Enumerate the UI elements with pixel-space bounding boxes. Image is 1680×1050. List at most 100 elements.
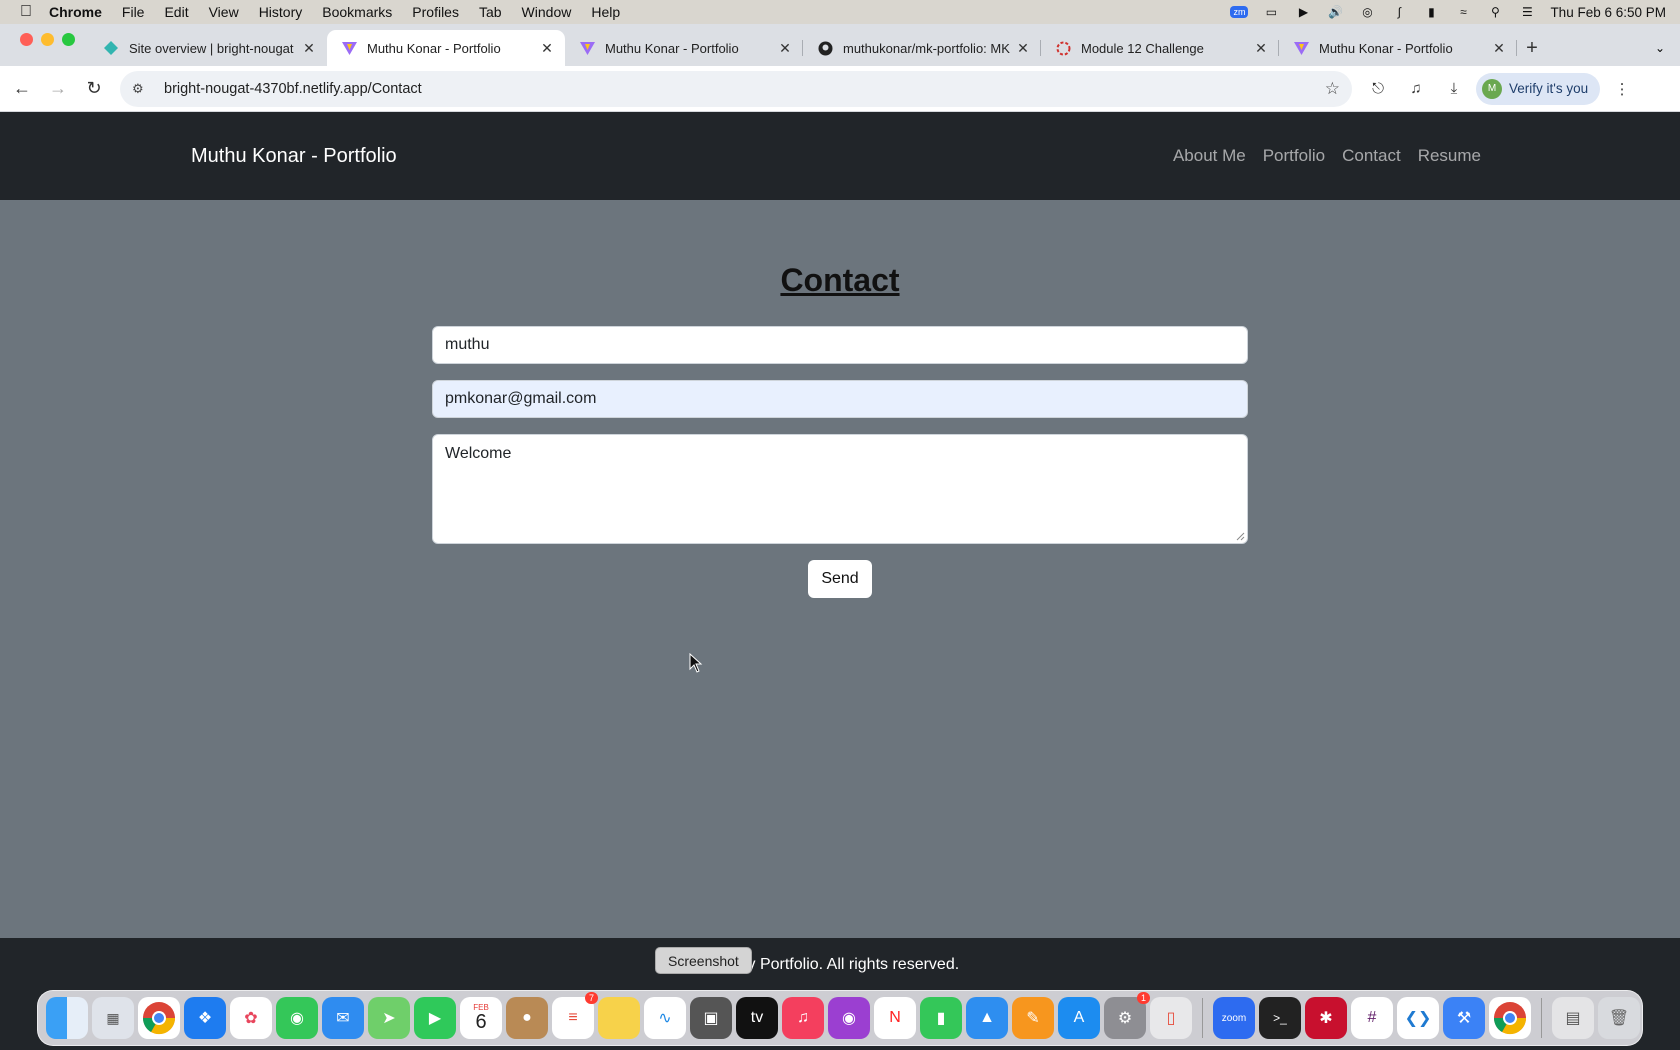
messages-icon[interactable]: ◉ xyxy=(276,997,318,1039)
battery-icon[interactable]: ▮ xyxy=(1422,5,1440,19)
finder-icon[interactable] xyxy=(46,997,88,1039)
chrome-icon[interactable] xyxy=(138,997,180,1039)
menu-view[interactable]: View xyxy=(199,4,249,20)
launchpad-icon[interactable]: ▦ xyxy=(92,997,134,1039)
message-textarea[interactable]: Welcome xyxy=(432,434,1248,544)
acrobat-icon[interactable]: ✱ xyxy=(1305,997,1347,1039)
send-button[interactable]: Send xyxy=(808,560,872,598)
mail-icon[interactable]: ✉ xyxy=(322,997,364,1039)
music-icon[interactable]: ♫ xyxy=(782,997,824,1039)
menu-clock[interactable]: Thu Feb 6 6:50 PM xyxy=(1550,5,1666,20)
email-field[interactable]: pmkonar@gmail.com xyxy=(432,380,1248,418)
tab-close-icon[interactable]: ✕ xyxy=(301,40,317,57)
xcode-icon[interactable]: ⚒ xyxy=(1443,997,1485,1039)
tab-close-icon[interactable]: ✕ xyxy=(777,40,793,57)
zoom-status-icon[interactable]: zm xyxy=(1230,5,1249,19)
control-center-icon[interactable]: ☰ xyxy=(1518,5,1536,19)
tab-search-chevron-icon[interactable]: ⌄ xyxy=(1640,30,1680,66)
tab-close-icon[interactable]: ✕ xyxy=(1253,40,1269,57)
chrome-profile-icon[interactable] xyxy=(1489,997,1531,1039)
forward-arrow-icon[interactable]: → xyxy=(40,71,76,107)
site-info-icon[interactable]: ⚙ xyxy=(132,81,154,97)
menu-window[interactable]: Window xyxy=(512,4,582,20)
screenshot-icon[interactable]: ▣ xyxy=(690,997,732,1039)
calendar-icon[interactable]: FEB 6 xyxy=(460,997,502,1039)
browser-menu-icon[interactable]: ⋮ xyxy=(1606,73,1638,105)
browser-tab-active[interactable]: Muthu Konar - Portfolio ✕ xyxy=(327,30,565,66)
spotlight-search-icon[interactable]: ⚲ xyxy=(1486,5,1504,19)
menu-chrome[interactable]: Chrome xyxy=(39,4,112,20)
menu-tab[interactable]: Tab xyxy=(469,4,512,20)
browser-tab[interactable]: Muthu Konar - Portfolio ✕ xyxy=(565,30,803,66)
minimize-window-button[interactable] xyxy=(41,32,54,46)
keynote-icon[interactable]: ▲ xyxy=(966,997,1008,1039)
contacts-icon[interactable]: ● xyxy=(506,997,548,1039)
browser-toolbar: ← → ↻ ⚙ bright-nougat-4370bf.netlify.app… xyxy=(0,66,1680,112)
footer-copyright: 5 My Portfolio. All rights reserved. xyxy=(720,956,960,973)
tab-close-icon[interactable]: ✕ xyxy=(539,40,555,57)
airdrop-icon[interactable]: ◎ xyxy=(1358,5,1376,19)
app-store-icon[interactable]: A xyxy=(1058,997,1100,1039)
browser-tab[interactable]: Module 12 Challenge ✕ xyxy=(1041,30,1279,66)
nav-link-resume[interactable]: Resume xyxy=(1418,146,1481,166)
zoom-app-icon[interactable]: zoom xyxy=(1213,997,1255,1039)
name-field[interactable]: muthu xyxy=(432,326,1248,364)
tab-close-icon[interactable]: ✕ xyxy=(1491,40,1507,57)
media-control-icon[interactable]: ♫ xyxy=(1400,73,1432,105)
pages-icon[interactable]: ✎ xyxy=(1012,997,1054,1039)
menu-history[interactable]: History xyxy=(249,4,313,20)
screen-mirroring-icon[interactable]: ▭ xyxy=(1262,5,1280,19)
numbers-icon[interactable]: ▮ xyxy=(920,997,962,1039)
safari-icon[interactable]: ❖ xyxy=(184,997,226,1039)
extensions-icon[interactable]: ⎋ xyxy=(1362,73,1394,105)
zoom-window-button[interactable] xyxy=(62,32,75,46)
browser-tab[interactable]: muthukonar/mk-portfolio: MK ✕ xyxy=(803,30,1041,66)
downloads-stack-icon[interactable]: ▤ xyxy=(1552,997,1594,1039)
notes-icon[interactable] xyxy=(598,997,640,1039)
tab-close-icon[interactable]: ✕ xyxy=(1015,40,1031,57)
address-bar[interactable]: ⚙ bright-nougat-4370bf.netlify.app/Conta… xyxy=(120,70,1352,107)
menu-edit[interactable]: Edit xyxy=(154,4,198,20)
back-arrow-icon[interactable]: ← xyxy=(4,71,40,107)
close-window-button[interactable] xyxy=(20,32,33,46)
iphone-mirroring-icon[interactable]: ▯ xyxy=(1150,997,1192,1039)
address-url[interactable]: bright-nougat-4370bf.netlify.app/Contact xyxy=(164,81,1325,97)
nav-link-portfolio[interactable]: Portfolio xyxy=(1263,146,1325,166)
menu-help[interactable]: Help xyxy=(581,4,630,20)
name-value: muthu xyxy=(445,336,490,353)
browser-tab[interactable]: Muthu Konar - Portfolio ✕ xyxy=(1279,30,1517,66)
menu-file[interactable]: File xyxy=(112,4,155,20)
resize-handle-icon[interactable] xyxy=(1236,532,1245,541)
terminal-icon[interactable]: >_ xyxy=(1259,997,1301,1039)
reminders-icon[interactable]: ≡ 7 xyxy=(552,992,598,1039)
nav-link-about[interactable]: About Me xyxy=(1173,146,1246,166)
play-icon[interactable]: ▶ xyxy=(1294,5,1312,19)
trash-icon[interactable]: 🗑 xyxy=(1598,997,1640,1039)
browser-tab[interactable]: Site overview | bright-nougat ✕ xyxy=(89,30,327,66)
photos-icon[interactable]: ✿ xyxy=(230,997,272,1039)
site-nav-links: About Me Portfolio Contact Resume xyxy=(1173,146,1481,166)
menu-bookmarks[interactable]: Bookmarks xyxy=(312,4,402,20)
site-brand[interactable]: Muthu Konar - Portfolio xyxy=(191,145,397,168)
vscode-icon[interactable]: ❮❯ xyxy=(1397,997,1439,1039)
new-tab-icon[interactable]: + xyxy=(1517,30,1547,66)
freeform-icon[interactable]: ∿ xyxy=(644,997,686,1039)
slack-icon[interactable]: # xyxy=(1351,997,1393,1039)
verify-profile-button[interactable]: M Verify it's you xyxy=(1476,72,1601,105)
download-icon[interactable]: ⤓ xyxy=(1438,73,1470,105)
apple-menu-icon[interactable]:  xyxy=(13,0,39,24)
nav-link-contact[interactable]: Contact xyxy=(1342,146,1401,166)
system-settings-icon[interactable]: ⚙ 1 xyxy=(1104,992,1150,1039)
maps-icon[interactable]: ➤ xyxy=(368,997,410,1039)
podcasts-icon[interactable]: ◉ xyxy=(828,997,870,1039)
volume-icon[interactable]: 🔊 xyxy=(1326,5,1344,19)
wifi-icon[interactable]: ≈ xyxy=(1454,5,1472,19)
apple-tv-icon[interactable]: tv xyxy=(736,997,778,1039)
facetime-icon[interactable]: ▶ xyxy=(414,997,456,1039)
news-icon[interactable]: N xyxy=(874,997,916,1039)
menu-profiles[interactable]: Profiles xyxy=(402,4,469,20)
bluetooth-icon[interactable]: ∫ xyxy=(1390,5,1408,19)
reload-icon[interactable]: ↻ xyxy=(76,71,112,107)
bookmark-star-icon[interactable]: ☆ xyxy=(1325,79,1340,99)
vite-icon xyxy=(1293,40,1309,56)
